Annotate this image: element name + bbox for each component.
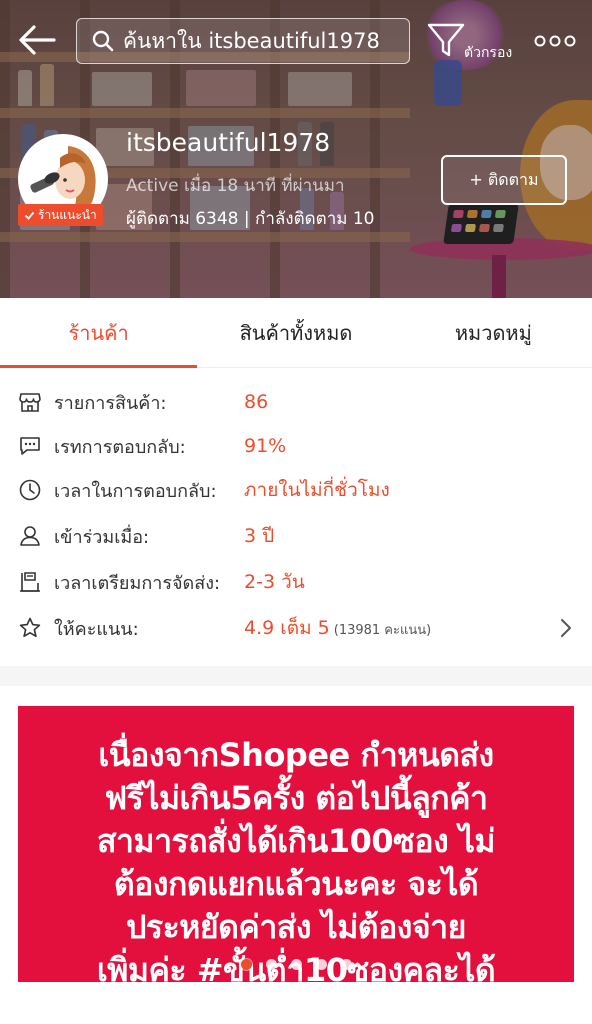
user-icon	[20, 526, 40, 546]
stat-row-prep-time: เวลาเตรียมการจัดส่ง: 2-3 วัน	[0, 560, 592, 604]
shop-active-status: Active เมื่อ 18 นาที ที่ผ่านมา	[126, 176, 345, 196]
stat-row-joined: เข้าร่วมเมื่อ: 3 ปี	[0, 514, 592, 558]
package-icon	[20, 572, 40, 592]
promo-line: ฟรีไม่เกิน5ครั้ง ต่อไปนี้ลูกค้า	[104, 779, 488, 817]
stat-value: 91%	[244, 435, 287, 457]
carousel-dot[interactable]	[265, 959, 277, 970]
back-arrow-icon	[19, 25, 56, 55]
shop-stats: รายการสินค้า: 86 เรทการตอบกลับ: 91% เวลา…	[0, 368, 592, 666]
promo-line-last: เพิ่มค่ะ #ขั้นต่ำ10ซองคละได้	[96, 949, 496, 992]
stat-value: ภายในไม่กี่ชั่วโมง	[244, 479, 390, 501]
check-icon	[24, 211, 35, 220]
stat-row-products: รายการสินค้า: 86	[0, 380, 592, 424]
stat-value: 2-3 วัน	[244, 571, 305, 593]
promo-line: เนื่องจากShopee กำหนดส่ง	[98, 736, 494, 774]
badge-label: ร้านแนะนำ	[38, 208, 97, 222]
filter-icon	[427, 23, 465, 57]
promo-banner[interactable]: เนื่องจากShopee กำหนดส่ง ฟรีไม่เกิน5ครั้…	[18, 706, 574, 989]
follow-button[interactable]: + ติดตาม	[441, 155, 567, 205]
more-dots-icon	[534, 35, 576, 47]
store-icon	[19, 393, 41, 412]
stat-label: เวลาเตรียมการจัดส่ง:	[54, 572, 221, 594]
rating-value: 4.9 เต็ม 5	[244, 617, 330, 639]
tab-shop[interactable]: ร้านค้า	[0, 298, 198, 368]
filter-label: ตัวกรอง	[464, 45, 513, 61]
more-options-button[interactable]	[530, 26, 580, 56]
preferred-shop-badge: ร้านแนะนำ	[18, 204, 103, 226]
tab-all-products[interactable]: สินค้าทั้งหมด	[197, 298, 394, 367]
star-icon	[19, 617, 41, 637]
stat-label: เข้าร่วมเมื่อ:	[54, 526, 150, 548]
shop-avatar-wrap: ร้านแนะนำ	[18, 134, 108, 226]
shop-header-banner: ค้นหาใน itsbeautiful1978 ตัวกรอง ร้านแนะ…	[0, 0, 592, 298]
section-title-cut	[30, 1012, 550, 1024]
promo-line: ต้องกดแยกแล้วนะคะ จะได้	[113, 865, 479, 903]
chat-icon	[20, 437, 40, 455]
stat-row-response-rate: เรทการตอบกลับ: 91%	[0, 424, 592, 468]
carousel-dot[interactable]	[240, 959, 252, 970]
stat-label: ให้คะแนน:	[54, 618, 139, 640]
stat-value: 3 ปี	[244, 525, 275, 547]
stat-value: 86	[244, 391, 269, 413]
promo-underlined: ขั้นต่ำ10ซองคละได้	[223, 951, 496, 989]
stat-label: เรทการตอบกลับ:	[54, 436, 186, 458]
clock-icon	[19, 479, 41, 501]
promo-line: สามารถสั่งได้เกิน100ซอง ไม่	[96, 822, 496, 860]
shop-name: itsbeautiful1978	[126, 128, 331, 157]
stat-row-rating[interactable]: ให้คะแนน: 4.9 เต็ม 5 (13981 คะแนน)	[0, 606, 592, 650]
carousel-dots	[18, 959, 574, 970]
stat-row-response-time: เวลาในการตอบกลับ: ภายในไม่กี่ชั่วโมง	[0, 468, 592, 512]
carousel-dot[interactable]	[315, 959, 327, 970]
search-input[interactable]: ค้นหาใน itsbeautiful1978	[76, 18, 410, 64]
back-button[interactable]	[14, 20, 60, 60]
stat-label: เวลาในการตอบกลับ:	[54, 480, 217, 502]
top-bar: ค้นหาใน itsbeautiful1978 ตัวกรอง	[0, 0, 592, 82]
follower-stats: ผู้ติดตาม 6348 | กำลังติดตาม 10	[126, 209, 375, 229]
chevron-right-icon[interactable]	[556, 616, 576, 640]
tab-categories[interactable]: หมวดหมู่	[395, 298, 592, 367]
stat-label: รายการสินค้า:	[54, 392, 167, 414]
promo-line: ประหยัดค่าส่ง ไม่ต้องจ่าย	[126, 908, 466, 946]
promo-prefix: เพิ่มค่ะ #	[96, 951, 224, 989]
search-icon	[92, 30, 114, 52]
carousel-dot[interactable]	[290, 959, 302, 970]
shop-tabs: ร้านค้า สินค้าทั้งหมด หมวดหมู่	[0, 298, 592, 368]
carousel-dot[interactable]	[340, 959, 352, 970]
filter-button[interactable]: ตัวกรอง	[424, 16, 518, 72]
search-placeholder: ค้นหาใน itsbeautiful1978	[123, 28, 380, 53]
rating-count: (13981 คะแนน)	[333, 623, 432, 638]
stat-value: 4.9 เต็ม 5 (13981 คะแนน)	[244, 613, 431, 643]
promo-section: เนื่องจากShopee กำหนดส่ง ฟรีไม่เกิน5ครั้…	[0, 686, 592, 1024]
